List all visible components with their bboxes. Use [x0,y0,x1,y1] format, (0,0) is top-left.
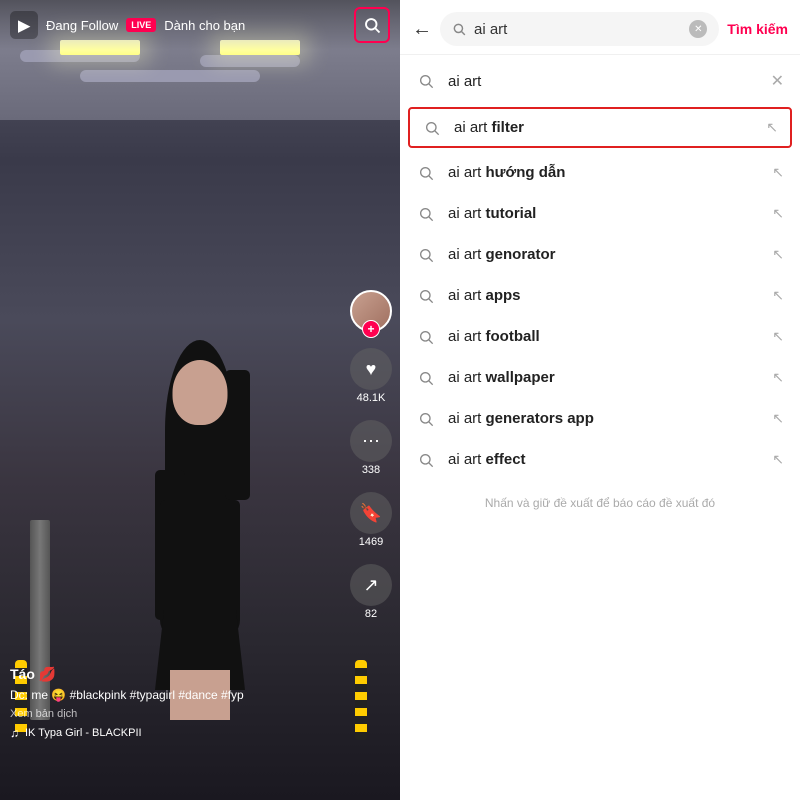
search-suggestion-effect[interactable]: ai art effect ↖ [400,439,800,480]
fill-search-icon[interactable]: ↖ [772,205,784,222]
search-icon [416,165,436,181]
search-input-icon [452,22,466,36]
search-result-text: ai art [448,73,759,90]
clear-search-button[interactable]: ✕ [689,20,707,38]
search-icon [416,247,436,263]
music-title: IK Typa Girl - BLACKPII [25,727,142,739]
search-icon [416,288,436,304]
search-input[interactable] [474,21,681,38]
search-result-text: ai art effect [448,451,760,468]
search-result-text: ai art generators app [448,410,760,427]
comment-count: 338 [362,464,380,476]
pipe [80,70,260,82]
creator-avatar: + [350,290,392,332]
search-result-text: ai art wallpaper [448,369,760,386]
search-result-icon [416,73,436,89]
fill-search-icon[interactable]: ↖ [766,119,778,136]
search-icon [363,16,381,34]
share-button[interactable]: ↗ 82 [350,564,392,620]
fill-search-icon[interactable]: ↖ [772,287,784,304]
person-hair-right [225,370,250,500]
search-result-item[interactable]: ai art ✕ [400,59,800,103]
search-input-wrapper: ✕ [440,12,719,46]
fill-search-icon[interactable]: ↖ [772,369,784,386]
heart-icon: ♥ [350,348,392,390]
search-footer-hint: Nhấn và giữ đề xuất để báo cáo đề xuất đ… [400,480,800,526]
fill-search-icon[interactable]: ↖ [772,246,784,263]
video-username: Táo 💋 [10,666,340,683]
fill-search-icon[interactable]: ↖ [772,328,784,345]
like-button[interactable]: ♥ 48.1K [350,348,392,404]
music-info: ♫ IK Typa Girl - BLACKPII [10,726,340,740]
search-result-text: ai art apps [448,287,760,304]
live-badge: LIVE [126,18,156,32]
search-submit-button[interactable]: Tìm kiếm [727,21,788,37]
bookmark-button[interactable]: 🔖 1469 [350,492,392,548]
search-icon [416,370,436,386]
search-suggestion-apps[interactable]: ai art apps ↖ [400,275,800,316]
search-suggestion-huong-dan[interactable]: ai art hướng dẫn ↖ [400,152,800,193]
search-suggestion-football[interactable]: ai art football ↖ [400,316,800,357]
follow-plus-icon: + [362,320,380,338]
fill-search-icon[interactable]: ↖ [772,164,784,181]
video-actions: + ♥ 48.1K ⋯ 338 🔖 1469 ↗ 82 [350,290,392,620]
nav-for-you-label: Dành cho bạn [164,18,245,33]
like-count: 48.1K [357,392,386,404]
search-icon [416,329,436,345]
top-navigation: ▶ Đang Follow LIVE Dành cho bạn [0,0,400,50]
person-figure [130,300,270,720]
person-head [173,360,228,425]
back-button[interactable]: ← [412,18,432,41]
search-suggestion-wallpaper[interactable]: ai art wallpaper ↖ [400,357,800,398]
search-result-text: ai art hướng dẫn [448,164,760,181]
pipe [200,55,300,67]
creator-avatar-item[interactable]: + [350,290,392,332]
video-info: Táo 💋 Dc: me 😝 #blackpink #typagirl #dan… [10,666,340,740]
search-suggestion-generators-app[interactable]: ai art generators app ↖ [400,398,800,439]
search-icon [416,411,436,427]
search-result-text: ai art genorator [448,246,760,263]
remove-recent-icon[interactable]: ✕ [771,71,784,91]
nav-follow-label: Đang Follow [46,18,118,33]
search-icon [416,206,436,222]
search-button[interactable] [354,7,390,43]
share-icon: ↗ [350,564,392,606]
translate-link[interactable]: Xem bản dịch [10,708,340,720]
search-suggestion-genorator[interactable]: ai art genorator ↖ [400,234,800,275]
parking-barrier [355,660,367,740]
search-suggestion-tutorial[interactable]: ai art tutorial ↖ [400,193,800,234]
bookmark-count: 1469 [359,536,383,548]
fill-search-icon[interactable]: ↖ [772,410,784,427]
svg-text:▶: ▶ [17,18,31,35]
music-note-icon: ♫ [10,726,19,740]
bookmark-icon: 🔖 [350,492,392,534]
share-count: 82 [365,608,377,620]
search-icon [416,452,436,468]
search-result-text: ai art filter [454,119,754,136]
video-panel: ▶ Đang Follow LIVE Dành cho bạn + ♥ 48.1… [0,0,400,800]
tiktok-logo-icon: ▶ [10,11,38,39]
search-result-text: ai art tutorial [448,205,760,222]
search-suggestion-filter[interactable]: ai art filter ↖ [408,107,792,148]
search-header: ← ✕ Tìm kiếm [400,0,800,55]
fill-search-icon[interactable]: ↖ [772,451,784,468]
search-results-list: ai art ✕ ai art filter ↖ ai art hướng dẫ… [400,55,800,800]
comment-icon: ⋯ [350,420,392,462]
search-icon [422,120,442,136]
comment-button[interactable]: ⋯ 338 [350,420,392,476]
search-result-text: ai art football [448,328,760,345]
search-panel: ← ✕ Tìm kiếm ai art ✕ [400,0,800,800]
video-caption: Dc: me 😝 #blackpink #typagirl #dance #fy… [10,687,340,704]
